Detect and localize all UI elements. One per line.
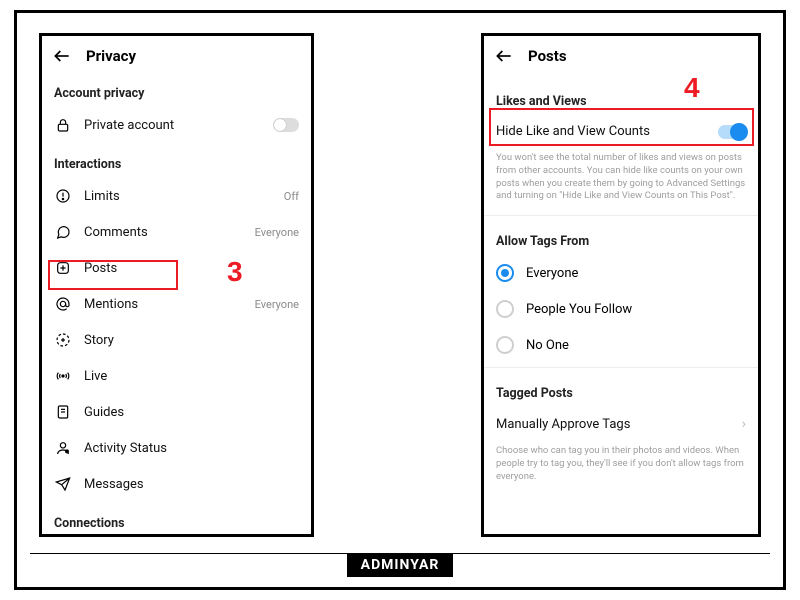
phone-header: Privacy [42, 36, 311, 72]
back-arrow-icon[interactable] [494, 46, 514, 66]
phone-right: Posts Likes and Views Hide Like and View… [481, 33, 761, 537]
radio-label: No One [526, 338, 569, 353]
row-limits[interactable]: Limits Off [42, 178, 311, 214]
radio-no-one[interactable]: No One [484, 327, 758, 363]
radio-icon [496, 336, 514, 354]
radio-icon [496, 264, 514, 282]
section-allow-tags: Allow Tags From [484, 220, 758, 255]
row-value: Everyone [255, 226, 299, 239]
section-connections: Connections [42, 502, 311, 537]
row-label: Activity Status [84, 441, 299, 456]
manually-approve-label: Manually Approve Tags [496, 417, 730, 432]
radio-label: People You Follow [526, 302, 632, 317]
row-comments[interactable]: Comments Everyone [42, 214, 311, 250]
private-account-row[interactable]: Private account [42, 107, 311, 143]
radio-label: Everyone [526, 266, 578, 281]
posts-icon [54, 259, 72, 277]
row-guides[interactable]: Guides [42, 394, 311, 430]
row-live[interactable]: Live [42, 358, 311, 394]
row-story[interactable]: Story [42, 322, 311, 358]
mention-icon [54, 295, 72, 313]
radio-icon [496, 300, 514, 318]
comment-icon [54, 223, 72, 241]
page-title: Privacy [86, 47, 136, 65]
tutorial-frame: Privacy Account privacy Private account … [14, 10, 786, 590]
row-activity-status[interactable]: Activity Status [42, 430, 311, 466]
private-account-toggle[interactable] [273, 118, 299, 132]
limits-icon [54, 187, 72, 205]
brand-bar: ADMINYAR [30, 553, 770, 577]
row-mentions[interactable]: Mentions Everyone [42, 286, 311, 322]
activity-icon [54, 439, 72, 457]
back-arrow-icon[interactable] [52, 46, 72, 66]
hide-counts-row[interactable]: Hide Like and View Counts [484, 115, 758, 148]
lock-icon [54, 116, 72, 134]
messages-icon [54, 475, 72, 493]
divider [484, 215, 758, 216]
manually-approve-row[interactable]: Manually Approve Tags › [484, 407, 758, 441]
phone-header: Posts [484, 36, 758, 72]
section-tagged-posts: Tagged Posts [484, 372, 758, 407]
row-label: Limits [84, 189, 272, 204]
tagged-description: Choose who can tag you in their photos a… [484, 441, 758, 491]
row-label: Live [84, 369, 299, 384]
step-number-3: 3 [227, 256, 243, 288]
story-icon [54, 331, 72, 349]
page-title: Posts [528, 47, 567, 65]
row-label: Story [84, 333, 299, 348]
row-value: Off [284, 190, 299, 203]
live-icon [54, 367, 72, 385]
row-label: Guides [84, 405, 299, 420]
row-label: Mentions [84, 297, 243, 312]
phone-left: Privacy Account privacy Private account … [39, 33, 314, 537]
hide-counts-description: You won't see the total number of likes … [484, 148, 758, 211]
row-label: Posts [84, 261, 299, 276]
row-value: Everyone [255, 298, 299, 311]
hide-counts-label: Hide Like and View Counts [496, 124, 706, 139]
section-likes-views: Likes and Views [484, 72, 758, 115]
row-messages[interactable]: Messages [42, 466, 311, 502]
row-label: Messages [84, 477, 299, 492]
guides-icon [54, 403, 72, 421]
divider [484, 367, 758, 368]
row-posts[interactable]: Posts [42, 250, 311, 286]
private-account-label: Private account [84, 118, 261, 133]
phones-row: Privacy Account privacy Private account … [17, 13, 783, 538]
section-account-privacy: Account privacy [42, 72, 311, 107]
section-interactions: Interactions [42, 143, 311, 178]
brand-label: ADMINYAR [347, 553, 454, 577]
step-number-4: 4 [684, 72, 700, 104]
hide-counts-toggle[interactable] [718, 125, 746, 139]
chevron-right-icon: › [742, 416, 746, 432]
radio-everyone[interactable]: Everyone [484, 255, 758, 291]
radio-people-you-follow[interactable]: People You Follow [484, 291, 758, 327]
row-label: Comments [84, 225, 243, 240]
